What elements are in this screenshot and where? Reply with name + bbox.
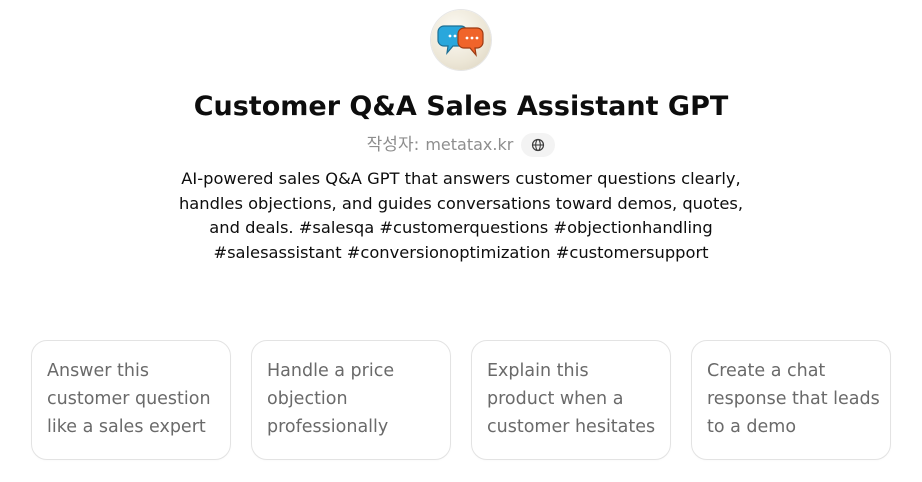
- conversation-starter-card[interactable]: Answer this customer question like a sal…: [31, 340, 231, 460]
- author-name: metatax.kr: [425, 135, 514, 154]
- author-website-link[interactable]: [521, 133, 556, 157]
- author-row: 작성자: metatax.kr: [367, 133, 556, 157]
- conversation-starter-card[interactable]: Handle a price objection professionally: [251, 340, 451, 460]
- gpt-header: Customer Q&A Sales Assistant GPT 작성자: me…: [0, 0, 922, 266]
- speech-bubbles-icon: [437, 25, 484, 57]
- conversation-starter-card[interactable]: Create a chat response that leads to a d…: [691, 340, 891, 460]
- gpt-title: Customer Q&A Sales Assistant GPT: [193, 91, 729, 122]
- conversation-starter-card[interactable]: Explain this product when a customer hes…: [471, 340, 671, 460]
- globe-icon: [532, 138, 545, 152]
- author-prefix: 작성자:: [366, 135, 420, 155]
- conversation-starters: Answer this customer question like a sal…: [31, 340, 891, 460]
- gpt-avatar: [431, 10, 491, 70]
- gpt-description: AI-powered sales Q&A GPT that answers cu…: [178, 169, 744, 263]
